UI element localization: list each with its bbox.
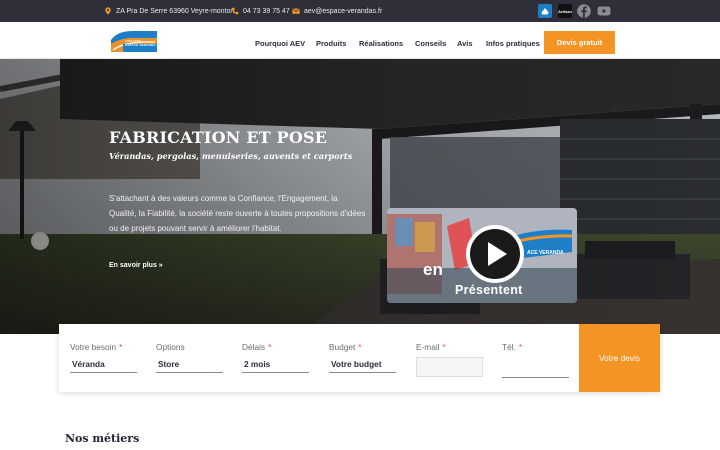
email-text: aev@espace-verandas.fr xyxy=(304,7,383,15)
delais-select[interactable]: 2 mois xyxy=(242,356,309,373)
video-word-en: en xyxy=(423,260,443,279)
learn-more-link[interactable]: En savoir plus » xyxy=(109,262,163,269)
quote-form: Votre besoin * Véranda Options Store Déla… xyxy=(59,324,660,392)
hero-paragraph: S'attachant à des valeurs comme la Confi… xyxy=(109,194,366,233)
play-icon[interactable] xyxy=(465,224,525,284)
field-budget-label: Budget * xyxy=(329,342,362,352)
budget-select[interactable]: Votre budget xyxy=(329,356,396,373)
presentation-video[interactable]: ACE VERANDA en Présentent xyxy=(387,208,577,303)
field-email: E-mail * xyxy=(416,324,484,392)
field-tel: Tél. * xyxy=(502,324,570,392)
field-options: Options Store xyxy=(156,324,224,392)
field-besoin-label: Votre besoin * xyxy=(70,342,123,352)
address-info: ZA Pra De Serre 63960 Veyre-monton xyxy=(104,7,234,15)
free-quote-button[interactable]: Devis gratuit xyxy=(544,31,615,54)
certification-badge-icon[interactable] xyxy=(538,4,552,18)
artisan-badge-label: Artisan xyxy=(558,8,572,14)
options-select[interactable]: Store xyxy=(156,356,223,373)
nav-produits[interactable]: Produits xyxy=(316,39,346,48)
field-delais-label: Délais * xyxy=(242,342,272,352)
logo-text-bottom: ESPACE VERANDA xyxy=(125,43,156,47)
nav-conseils[interactable]: Conseils xyxy=(415,39,446,48)
field-besoin: Votre besoin * Véranda xyxy=(70,324,138,392)
field-delais: Délais * 2 mois xyxy=(242,324,310,392)
field-email-label: E-mail * xyxy=(416,342,446,352)
artisan-badge[interactable]: Artisan xyxy=(558,4,572,18)
email-info[interactable]: aev@espace-verandas.fr xyxy=(292,7,382,15)
field-tel-label: Tél. * xyxy=(502,342,523,352)
location-pin-icon xyxy=(105,7,111,15)
phone-text: 04 73 39 75 47 xyxy=(243,7,290,15)
hero-subtitle: Vérandas, pergolas, menuiseries, auvents… xyxy=(109,151,353,161)
hero-banner: ACE VERANDA en Présentent FABRICATION ET… xyxy=(0,59,720,334)
nav-avis[interactable]: Avis xyxy=(457,39,473,48)
phone-icon xyxy=(231,7,239,15)
nav-pourquoi-aev[interactable]: Pourquoi AEV xyxy=(255,39,305,48)
video-logo-text: ACE VERANDA xyxy=(527,250,564,256)
nav-realisations[interactable]: Réalisations xyxy=(359,39,403,48)
facebook-icon[interactable] xyxy=(577,4,591,18)
mail-icon xyxy=(292,8,300,14)
tel-input[interactable] xyxy=(502,377,569,378)
phone-info[interactable]: 04 73 39 75 47 xyxy=(231,7,290,15)
besoin-select[interactable]: Véranda xyxy=(70,356,137,373)
top-info-bar: ZA Pra De Serre 63960 Veyre-monton 04 73… xyxy=(0,0,720,22)
field-budget: Budget * Votre budget xyxy=(329,324,397,392)
main-navigation: ATELIERS ESPACE VERANDA Pourquoi AEV Pro… xyxy=(0,22,720,59)
nav-infos-pratiques[interactable]: Infos pratiques xyxy=(486,39,540,48)
video-word-presentent: Présentent xyxy=(455,283,523,297)
section-title-metiers: Nos métiers xyxy=(65,432,140,445)
address-text: ZA Pra De Serre 63960 Veyre-monton xyxy=(116,7,235,15)
youtube-icon[interactable] xyxy=(597,4,611,18)
field-options-label: Options xyxy=(156,342,185,352)
hero-title: FABRICATION ET POSE xyxy=(109,128,328,147)
email-input[interactable] xyxy=(416,357,483,377)
submit-quote-button[interactable]: Votre devis xyxy=(579,324,660,392)
